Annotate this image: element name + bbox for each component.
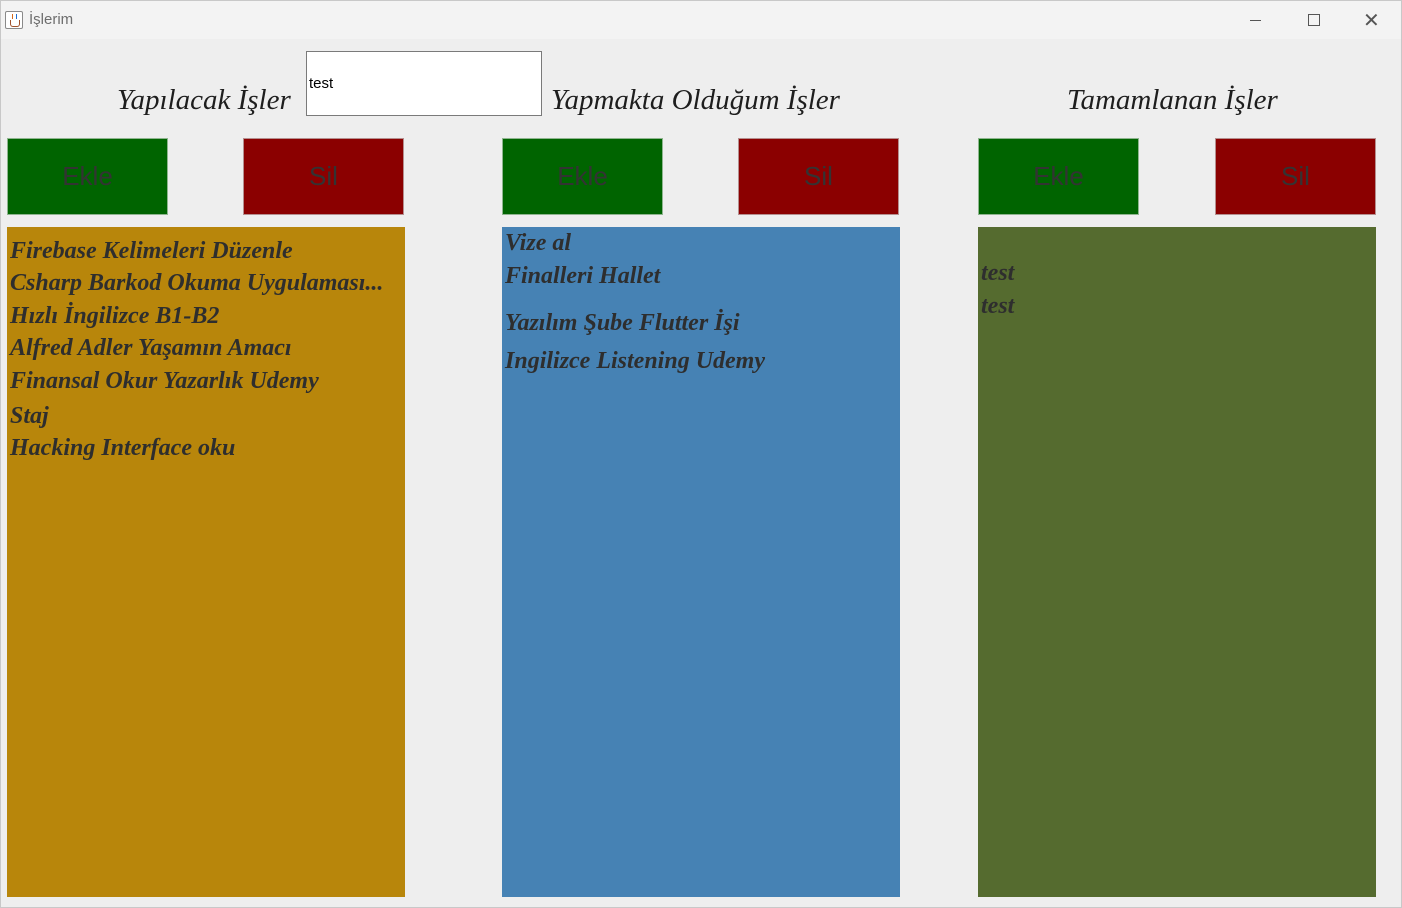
list-item[interactable]: test xyxy=(981,292,1014,320)
list-item[interactable]: Hacking Interface oku xyxy=(10,434,235,462)
list-item[interactable]: Csharp Barkod Okuma Uygulaması... xyxy=(10,269,383,297)
list-item[interactable]: Finansal Okur Yazarlık Udemy xyxy=(10,367,319,395)
list-item[interactable]: Ingilizce Listening Udemy xyxy=(505,347,765,375)
minimize-icon xyxy=(1250,20,1261,21)
done-header: Tamamlanan İşler xyxy=(1067,84,1278,116)
task-input[interactable] xyxy=(306,51,542,116)
window-title: İşlerim xyxy=(29,11,74,28)
done-add-button[interactable]: Ekle xyxy=(978,138,1139,215)
list-item[interactable]: Firebase Kelimeleri Düzenle xyxy=(10,237,293,265)
minimize-button[interactable] xyxy=(1227,1,1285,39)
list-item[interactable]: Vize al xyxy=(505,229,571,257)
maximize-icon xyxy=(1308,14,1320,26)
close-icon: ✕ xyxy=(1363,8,1380,32)
app-window: İşlerim ✕ Yapılacak İşler Yapmakta Olduğ… xyxy=(0,0,1402,908)
list-item[interactable]: Hızlı İngilizce B1-B2 xyxy=(10,302,219,330)
done-delete-button[interactable]: Sil xyxy=(1215,138,1376,215)
maximize-button[interactable] xyxy=(1285,1,1343,39)
list-item[interactable]: Alfred Adler Yaşamın Amacı xyxy=(10,334,292,362)
close-button[interactable]: ✕ xyxy=(1343,1,1401,39)
list-item[interactable]: test xyxy=(981,259,1014,287)
list-item[interactable]: Finalleri Hallet xyxy=(505,262,660,290)
done-list[interactable]: test test xyxy=(978,227,1376,897)
todo-list[interactable]: Firebase Kelimeleri Düzenle Csharp Barko… xyxy=(7,227,405,897)
todo-header: Yapılacak İşler xyxy=(117,84,291,116)
list-item[interactable]: Yazılım Şube Flutter İşi xyxy=(505,309,740,337)
todo-add-button[interactable]: Ekle xyxy=(7,138,168,215)
java-app-icon xyxy=(5,11,23,29)
todo-delete-button[interactable]: Sil xyxy=(243,138,404,215)
doing-header: Yapmakta Olduğum İşler xyxy=(551,84,840,116)
title-bar[interactable]: İşlerim ✕ xyxy=(1,1,1401,39)
doing-add-button[interactable]: Ekle xyxy=(502,138,663,215)
doing-list[interactable]: Vize al Finalleri Hallet Yazılım Şube Fl… xyxy=(502,227,900,897)
list-item[interactable]: Staj xyxy=(10,402,49,430)
doing-delete-button[interactable]: Sil xyxy=(738,138,899,215)
